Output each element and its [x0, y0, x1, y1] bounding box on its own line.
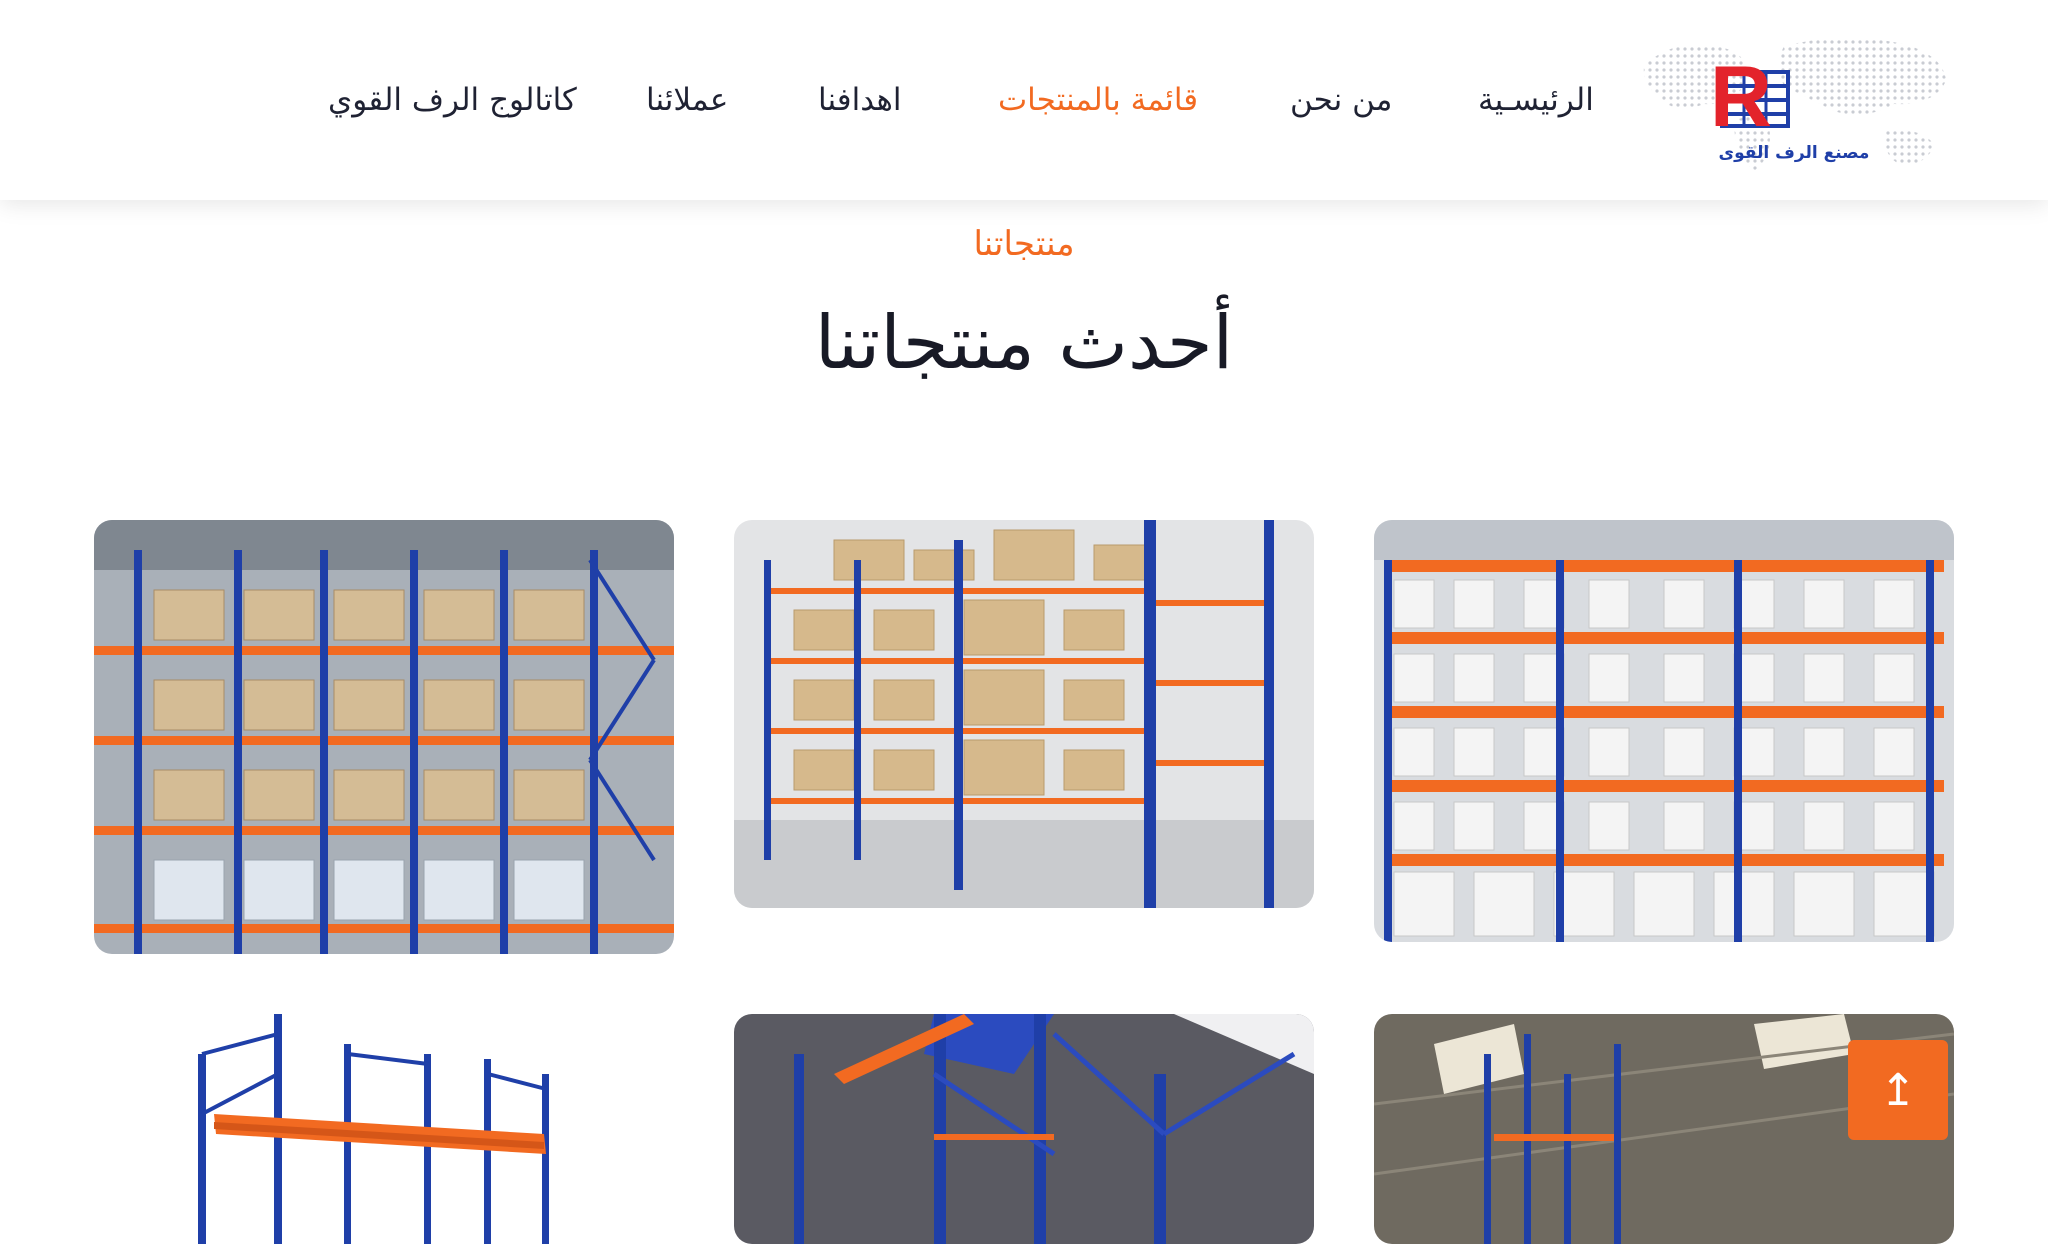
nav-item-home[interactable]: الرئيسـية: [1478, 70, 1594, 130]
arrow-up-icon: ↥: [1879, 1065, 1917, 1115]
product-image: [94, 1014, 674, 1244]
product-card-pallet-racking[interactable]: [1374, 520, 1954, 942]
nav-item-clients[interactable]: عملائنا: [646, 70, 728, 130]
nav-item-about[interactable]: من نحن: [1290, 70, 1392, 130]
main-nav: الرئيسـية من نحن قائمة بالمنتجات اهدافنا…: [0, 70, 2048, 130]
product-image: [94, 520, 674, 954]
site-header: R مصنع الرف القوى الرئيسـية من نحن قائمة…: [0, 0, 2048, 200]
product-image: [734, 520, 1314, 908]
nav-item-products[interactable]: قائمة بالمنتجات: [998, 70, 1198, 130]
section-title: أحدث منتجاتنا: [814, 300, 1234, 386]
nav-item-goals[interactable]: اهدافنا: [818, 70, 901, 130]
product-image: [1374, 520, 1954, 942]
section-eyebrow: منتجاتنا: [973, 224, 1075, 264]
product-card-loaded-racking[interactable]: [94, 520, 674, 954]
scroll-to-top-button[interactable]: ↥: [1848, 1040, 1948, 1140]
product-card-mezzanine-racking[interactable]: [734, 1014, 1314, 1244]
product-card-long-span-shelving[interactable]: [734, 520, 1314, 908]
logo-wordmark: مصنع الرف القوى: [1719, 143, 1870, 163]
nav-item-catalog[interactable]: كاتالوج الرف القوي: [328, 70, 577, 130]
product-card-rack-frame[interactable]: [94, 1014, 674, 1244]
product-image: [734, 1014, 1314, 1244]
